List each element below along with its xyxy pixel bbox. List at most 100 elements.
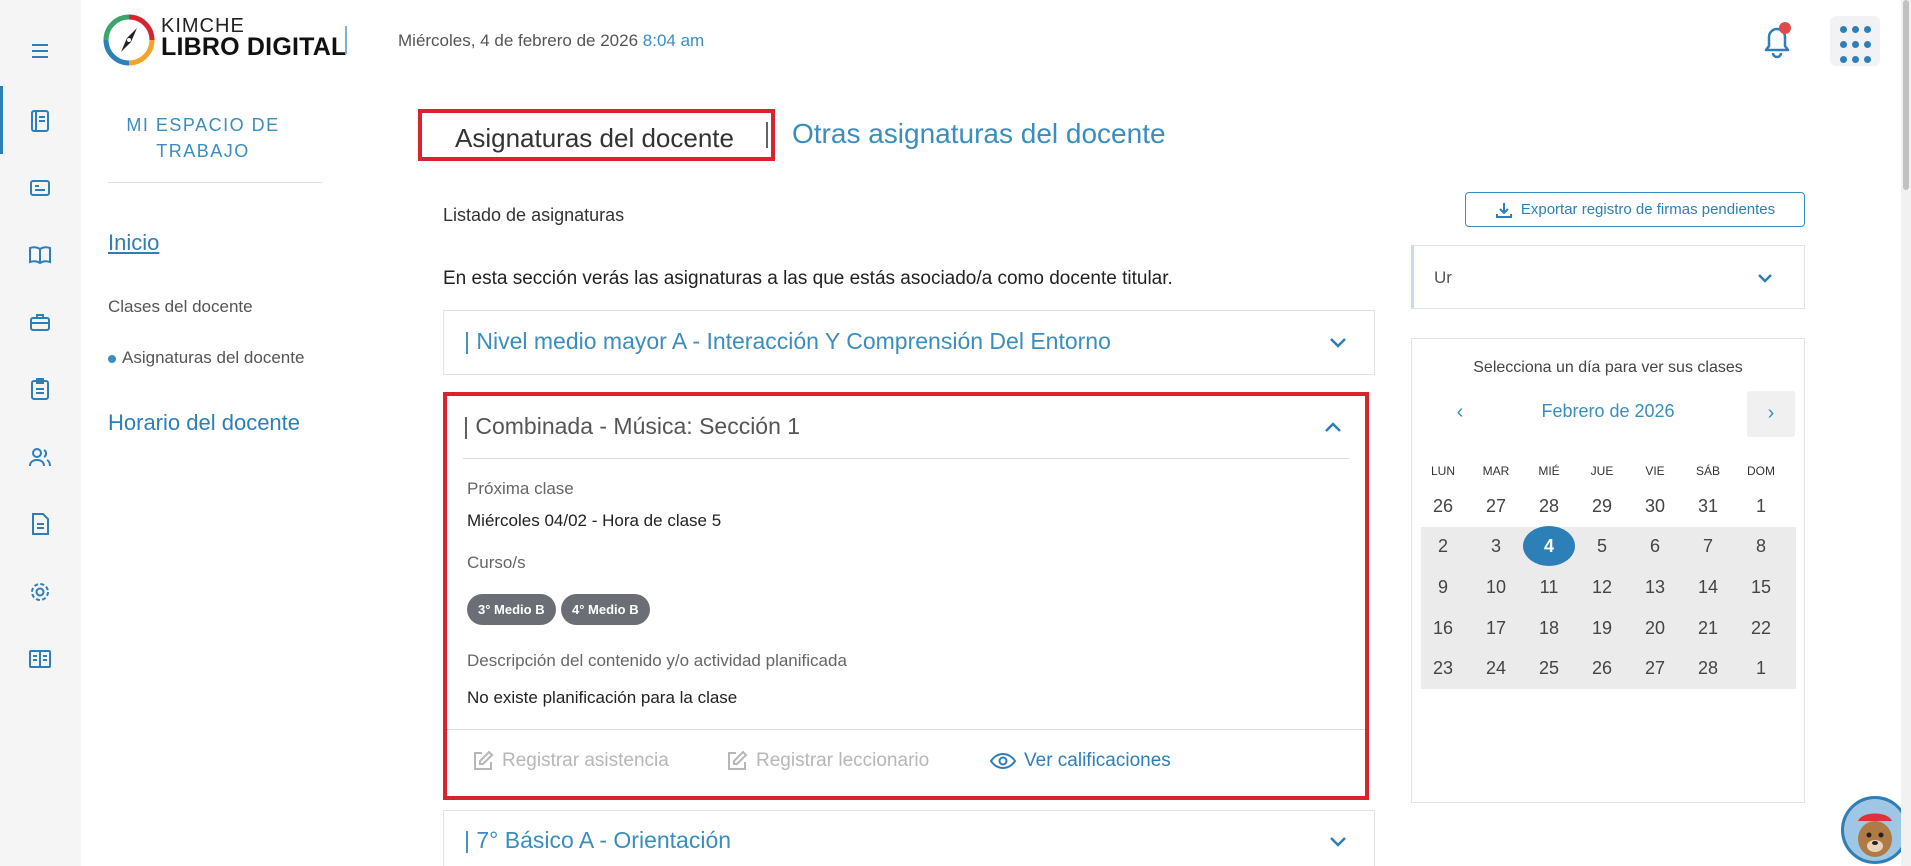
calendar-day[interactable]: 20 — [1631, 611, 1679, 645]
calendar-day[interactable]: 26 — [1578, 651, 1626, 685]
calendar-day[interactable]: 1 — [1737, 489, 1785, 523]
active-indicator — [0, 86, 3, 154]
calendar-day[interactable]: 27 — [1472, 489, 1520, 523]
calendar-day[interactable]: 9 — [1419, 570, 1467, 604]
calendar-day[interactable]: 24 — [1472, 651, 1520, 685]
export-label: Exportar registro de firmas pendientes — [1520, 201, 1776, 218]
nav-asignaturas-link[interactable]: Asignaturas del docente — [108, 348, 304, 368]
calendar-day[interactable]: 1 — [1737, 651, 1785, 685]
clipboard-icon[interactable] — [27, 376, 53, 402]
actions-divider — [447, 729, 1365, 730]
calendar-day[interactable]: 19 — [1578, 611, 1626, 645]
brand-separator — [345, 26, 347, 54]
icon-rail — [0, 0, 81, 866]
apps-grid-button[interactable] — [1830, 16, 1880, 66]
menu-icon[interactable] — [27, 38, 53, 64]
calendar-day[interactable]: 14 — [1684, 570, 1732, 604]
view-grades-button[interactable]: Ver calificaciones — [990, 750, 1171, 772]
nav-horario-link[interactable]: Horario del docente — [108, 410, 300, 436]
list-title: Listado de asignaturas — [443, 205, 625, 225]
calendar-day[interactable]: 23 — [1419, 651, 1467, 685]
open-book-icon[interactable] — [27, 242, 53, 268]
course-chip: 3° Medio B — [467, 594, 556, 625]
intro-text: En esta sección verás las asignaturas a … — [443, 268, 1173, 289]
document-icon[interactable] — [27, 511, 53, 537]
chevron-up-icon[interactable] — [1325, 422, 1341, 432]
subject-title: | 7° Básico A - Orientación — [464, 827, 732, 853]
calendar-day[interactable]: 11 — [1525, 570, 1573, 604]
register-lectionary-button[interactable]: Registrar leccionario — [726, 750, 929, 772]
calendar-day[interactable]: 28 — [1684, 651, 1732, 685]
subject-title[interactable]: | Combinada - Música: Sección 1 — [463, 413, 800, 440]
calendar-day[interactable]: 12 — [1578, 570, 1626, 604]
unit-select[interactable]: Ur — [1411, 245, 1805, 309]
nav-asignaturas-label: Asignaturas del docente — [122, 348, 305, 367]
notifications-bell-icon[interactable] — [1759, 20, 1795, 60]
edit-icon — [728, 750, 748, 770]
calendar-day[interactable]: 27 — [1631, 651, 1679, 685]
briefcase-icon[interactable] — [27, 309, 53, 335]
calendar-day[interactable]: 13 — [1631, 570, 1679, 604]
book-icon[interactable] — [27, 108, 53, 134]
time-text: 8:04 am — [642, 31, 705, 50]
top-header: KIMCHE LIBRO DIGITAL Miércoles, 4 de feb… — [81, 0, 1911, 82]
tab-asignaturas-docente[interactable]: Asignaturas del docente — [418, 109, 775, 161]
user-avatar[interactable] — [1841, 796, 1909, 864]
calendar-day[interactable]: 5 — [1578, 529, 1626, 563]
tab-otras-asignaturas[interactable]: Otras asignaturas del docente — [792, 118, 1166, 150]
id-card-icon[interactable] — [27, 175, 53, 201]
calendar-day[interactable]: 26 — [1419, 489, 1467, 523]
eye-icon — [990, 752, 1016, 770]
calendar-day[interactable]: 25 — [1525, 651, 1573, 685]
calendar: Selecciona un día para ver sus clases ‹ … — [1411, 338, 1805, 803]
manual-icon[interactable] — [27, 646, 53, 672]
chevron-down-icon — [1330, 837, 1346, 847]
weekday-label: DOM — [1747, 464, 1775, 478]
weekday-label: LUN — [1430, 464, 1455, 478]
calendar-day[interactable]: 21 — [1684, 611, 1732, 645]
export-pending-signatures-button[interactable]: Exportar registro de firmas pendientes — [1465, 192, 1805, 227]
edit-icon — [474, 750, 494, 770]
calendar-day[interactable]: 3 — [1472, 529, 1520, 563]
calendar-day[interactable]: 10 — [1472, 570, 1520, 604]
next-month-button[interactable]: › — [1747, 391, 1795, 437]
calendar-day[interactable]: 7 — [1684, 529, 1732, 563]
nav-inicio-link[interactable]: Inicio — [108, 230, 159, 256]
calendar-day-selected[interactable]: 4 — [1523, 526, 1575, 566]
subject-accordion[interactable]: | 7° Básico A - Orientación — [443, 810, 1375, 866]
calendar-hint: Selecciona un día para ver sus clases — [1473, 359, 1743, 376]
scrollbar-thumb[interactable] — [1903, 0, 1909, 190]
calendar-day[interactable]: 29 — [1578, 489, 1626, 523]
calendar-day[interactable]: 30 — [1631, 489, 1679, 523]
weekday-label: MIÉ — [1538, 464, 1560, 478]
page-scrollbar[interactable] — [1901, 0, 1911, 866]
description-label: Descripción del contenido y/o actividad … — [467, 651, 847, 670]
subject-accordion[interactable]: | Nivel medio mayor A - Interacción Y Co… — [443, 310, 1375, 375]
calendar-day[interactable]: 28 — [1525, 489, 1573, 523]
workspace-title: MI ESPACIO DE TRABAJO — [126, 115, 280, 161]
calendar-day[interactable]: 2 — [1419, 529, 1467, 563]
workspace-nav: MI ESPACIO DE TRABAJO Inicio Clases del … — [81, 82, 393, 866]
calendar-day[interactable]: 18 — [1525, 611, 1573, 645]
calendar-day[interactable]: 22 — [1737, 611, 1785, 645]
register-attendance-label: Registrar asistencia — [502, 750, 669, 771]
kimche-logo-icon — [103, 14, 155, 66]
calendar-day[interactable]: 15 — [1737, 570, 1785, 604]
accordion-divider — [463, 458, 1349, 459]
calendar-day[interactable]: 31 — [1684, 489, 1732, 523]
calendar-day[interactable]: 6 — [1631, 529, 1679, 563]
calendar-day[interactable]: 17 — [1472, 611, 1520, 645]
subject-title: | Nivel medio mayor A - Interacción Y Co… — [464, 328, 1111, 354]
weekday-label: VIE — [1645, 464, 1665, 478]
weekday-label: JUE — [1590, 464, 1614, 478]
users-icon[interactable] — [27, 444, 53, 470]
nav-clases-link[interactable]: Clases del docente — [108, 297, 253, 317]
settings-icon[interactable] — [27, 579, 53, 605]
next-class-value: Miércoles 04/02 - Hora de clase 5 — [467, 511, 722, 530]
current-date: Miércoles, 4 de febrero de 2026 8:04 am — [398, 31, 704, 51]
active-dot — [108, 354, 116, 363]
calendar-day[interactable]: 16 — [1419, 611, 1467, 645]
register-attendance-button[interactable]: Registrar asistencia — [472, 750, 669, 772]
description-value: No existe planificación para la clase — [467, 688, 738, 707]
calendar-day[interactable]: 8 — [1737, 529, 1785, 563]
